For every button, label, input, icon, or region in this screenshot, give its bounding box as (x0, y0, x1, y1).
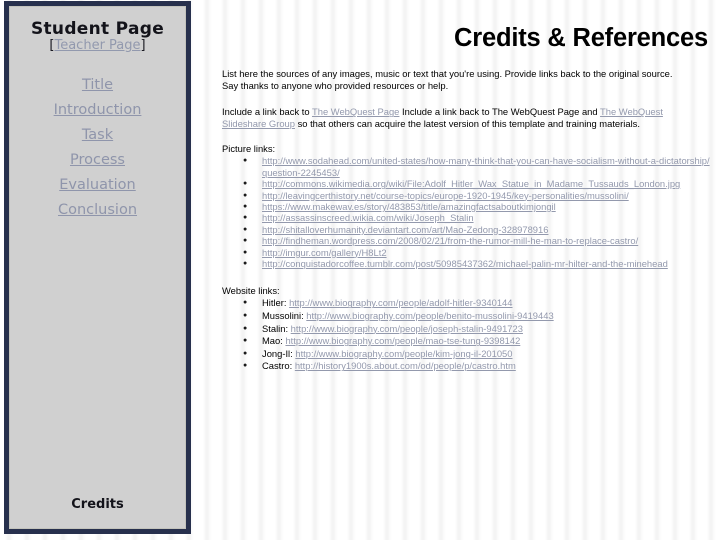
website-link[interactable]: http://www.biography.com/people/joseph-s… (291, 323, 523, 334)
page-title: Credits & References (454, 24, 708, 52)
list-item: Stalin: http://www.biography.com/people/… (243, 322, 714, 336)
picture-link[interactable]: http://shitalloverhumanity.deviantart.co… (262, 224, 548, 235)
website-link[interactable]: http://www.biography.com/people/mao-tse-… (285, 335, 520, 346)
picture-link[interactable]: http://imgur.com/gallery/H8Lt2 (262, 247, 387, 258)
sidebar-nav-list: Title Introduction Task Process Evaluati… (10, 77, 185, 218)
picture-link[interactable]: http://findheman.wordpress.com/2008/02/2… (262, 235, 638, 246)
webquest-page-link[interactable]: The WebQuest Page (312, 106, 399, 117)
list-item: Jong-Il: http://www.biography.com/people… (243, 347, 714, 361)
picture-link[interactable]: http://leavingcerthistory.net/course-top… (262, 190, 629, 201)
person-label: Hitler: (262, 297, 287, 309)
website-links-section: Website links: Hitler: http://www.biogra… (222, 285, 714, 373)
sidebar-item-evaluation[interactable]: Evaluation (10, 177, 185, 193)
list-item: http://findheman.wordpress.com/2008/02/2… (243, 234, 714, 247)
webquest-text-part1: Include a link back to (222, 106, 312, 118)
bracket-close: ] (140, 38, 146, 53)
teacher-page-line: [Teacher Page] (10, 38, 185, 53)
picture-links-list: http://www.sodahead.com/united-states/ho… (222, 154, 714, 270)
list-item: http://commons.wikimedia.org/wiki/File:A… (243, 177, 714, 190)
navigation-sidebar: Student Page [Teacher Page] Title Introd… (4, 1, 191, 534)
sidebar-item-introduction[interactable]: Introduction (10, 102, 185, 118)
student-page-title: Student Page (30, 19, 165, 39)
website-link[interactable]: http://history1900s.about.com/od/people/… (295, 360, 516, 371)
person-label: Castro: (262, 360, 293, 372)
list-item: http://shitalloverhumanity.deviantart.co… (243, 223, 714, 236)
webquest-text-part2: Include a link back to The WebQuest Page… (399, 106, 601, 118)
website-link[interactable]: http://www.biography.com/people/kim-jong… (295, 348, 512, 359)
website-links-heading: Website links: (222, 285, 280, 297)
list-item: http://imgur.com/gallery/H8Lt2 (243, 246, 714, 259)
picture-link[interactable]: https://www.makewav.es/story/483853/titl… (262, 201, 556, 212)
list-item: Mussolini: http://www.biography.com/peop… (243, 309, 714, 323)
webquest-text-part3: so that others can acquire the latest ve… (294, 117, 640, 129)
website-links-list: Hitler: http://www.biography.com/people/… (222, 296, 714, 373)
list-item: http://conquistadorcoffee.tumblr.com/pos… (243, 257, 714, 270)
sidebar-item-conclusion[interactable]: Conclusion (10, 202, 185, 218)
website-link[interactable]: http://www.biography.com/people/benito-m… (306, 310, 553, 321)
list-item: http://leavingcerthistory.net/course-top… (243, 189, 714, 202)
list-item: http://www.sodahead.com/united-states/ho… (243, 154, 714, 178)
list-item: http://assassinscreed.wikia.com/wiki/Jos… (243, 211, 714, 224)
list-item: Castro: http://history1900s.about.com/od… (243, 359, 714, 373)
list-item: Hitler: http://www.biography.com/people/… (243, 296, 714, 310)
list-item: https://www.makewav.es/story/483853/titl… (243, 200, 714, 213)
sidebar-credits-label: Credits (71, 497, 124, 512)
website-link[interactable]: http://www.biography.com/people/adolf-hi… (289, 297, 512, 308)
teacher-page-link[interactable]: Teacher Page (54, 38, 140, 53)
picture-links-heading: Picture links: (222, 143, 276, 155)
list-item: Mao: http://www.biography.com/people/mao… (243, 334, 714, 348)
picture-link[interactable]: http://conquistadorcoffee.tumblr.com/pos… (262, 258, 668, 269)
person-label: Stalin: (262, 322, 289, 334)
slide-canvas: Student Page [Teacher Page] Title Introd… (0, 0, 720, 540)
picture-link[interactable]: http://www.sodahead.com/united-states/ho… (262, 155, 710, 177)
person-label: Mussolini: (262, 310, 304, 322)
sidebar-item-process[interactable]: Process (10, 152, 185, 168)
picture-link[interactable]: http://commons.wikimedia.org/wiki/File:A… (262, 178, 680, 189)
main-content: Credits & References List here the sourc… (222, 0, 714, 540)
picture-link[interactable]: http://assassinscreed.wikia.com/wiki/Jos… (262, 212, 474, 223)
sidebar-inner-frame: Student Page [Teacher Page] Title Introd… (9, 6, 186, 529)
person-label: Mao: (262, 335, 283, 347)
webquest-paragraph: Include a link back to The WebQuest Page… (222, 106, 704, 129)
sidebar-item-task[interactable]: Task (10, 127, 185, 143)
sidebar-item-title[interactable]: Title (10, 77, 185, 93)
person-label: Jong-Il: (262, 347, 293, 359)
intro-paragraph: List here the sources of any images, mus… (222, 68, 673, 91)
